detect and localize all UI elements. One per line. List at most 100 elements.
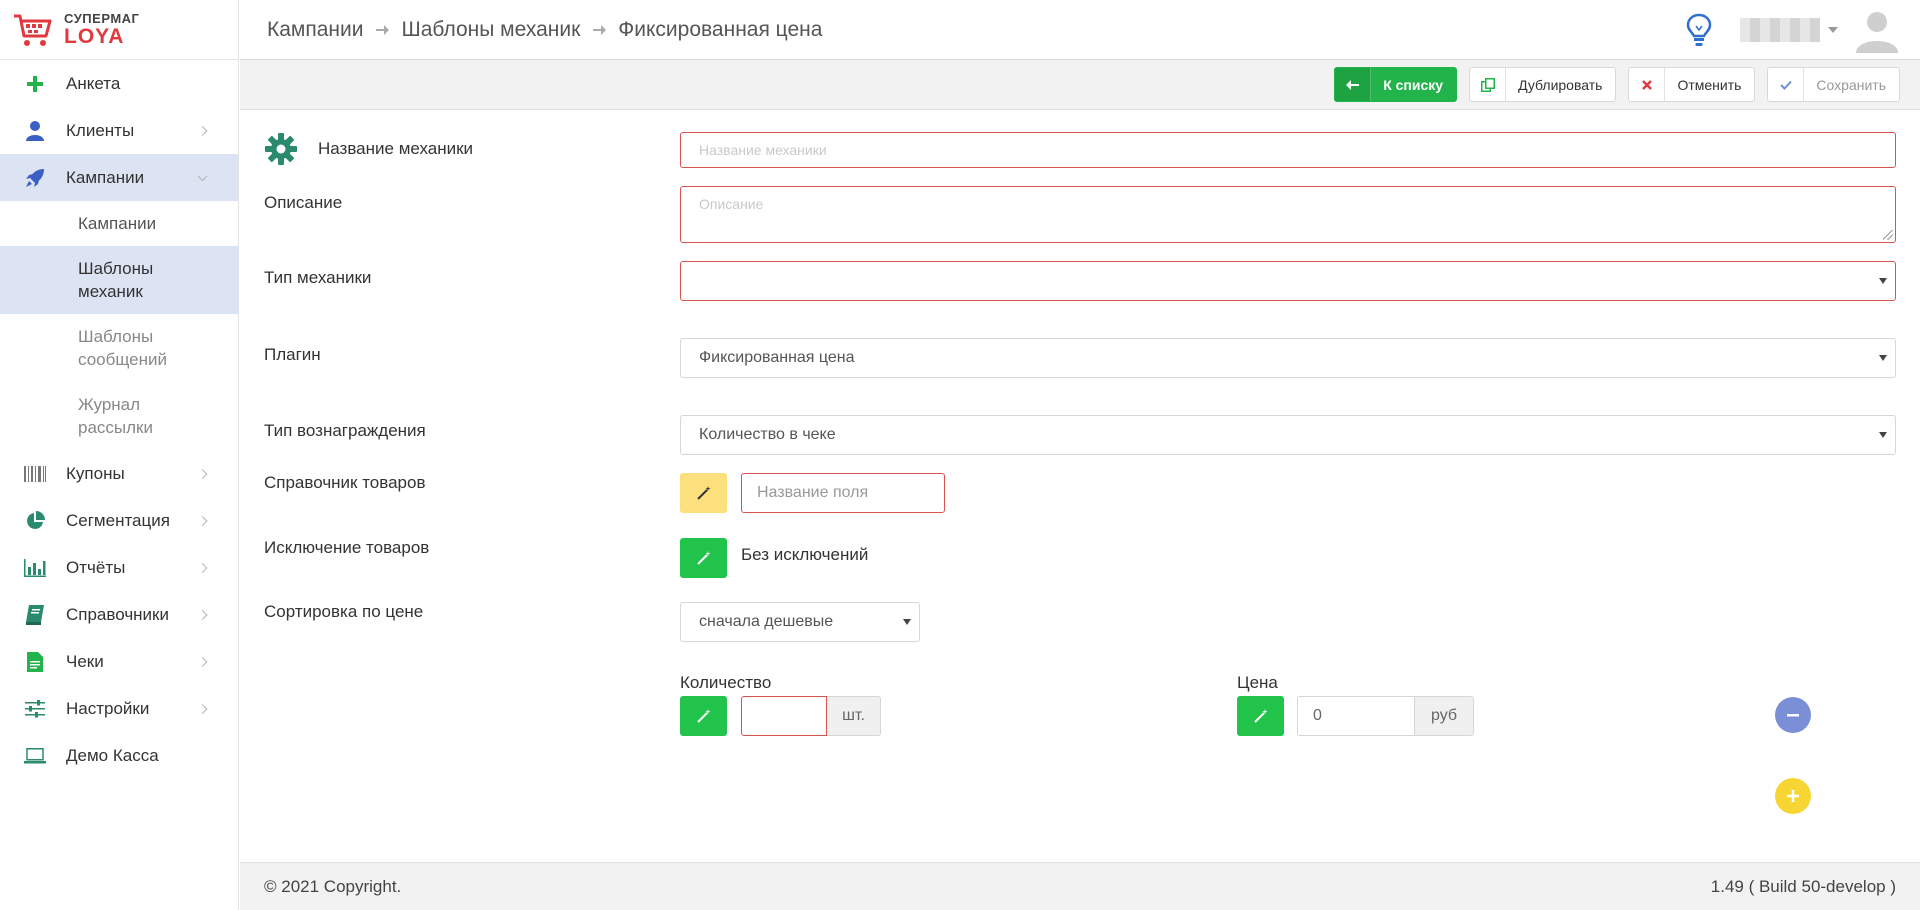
copyright: © 2021 Copyright. xyxy=(264,876,402,896)
price-label: Цена xyxy=(1237,673,1278,692)
quantity-wand-button[interactable] xyxy=(680,696,727,736)
gear-icon xyxy=(265,133,297,165)
sidebar-item-clients[interactable]: Клиенты xyxy=(0,107,238,154)
exclusion-label: Исключение товаров xyxy=(264,538,430,557)
sidebar-nav-rest: Купоны Сегментация Отчёты Справочники Че… xyxy=(0,450,238,779)
minus-icon xyxy=(1787,714,1799,717)
reward-type-select[interactable]: Количество в чеке xyxy=(680,415,1896,455)
exclusion-value: Без исключений xyxy=(741,545,869,564)
sidebar-item-settings[interactable]: Настройки xyxy=(0,685,238,732)
version: 1.49 ( Build 50-develop ) xyxy=(1710,876,1896,896)
sidebar-item-label: Кампании xyxy=(66,167,145,187)
magic-wand-icon xyxy=(696,551,711,565)
breadcrumb-item-current: Фиксированная цена xyxy=(618,17,823,41)
plugin-select[interactable]: Фиксированная цена xyxy=(680,338,1896,378)
sidebar-item-label: Отчёты xyxy=(66,557,126,577)
sidebar-item-anketa[interactable]: Анкета xyxy=(0,60,238,107)
add-row-button[interactable] xyxy=(1775,778,1811,814)
cart-logo-icon xyxy=(14,14,52,46)
sidebar-item-label: Справочники xyxy=(66,604,169,624)
catalog-field-input[interactable]: Название поля xyxy=(741,473,945,513)
sidebar-item-label: Сегментация xyxy=(66,510,170,530)
sidebar-item-label: Анкета xyxy=(66,73,121,93)
catalog-label: Справочник товаров xyxy=(264,473,426,492)
sidebar-item-label: Клиенты xyxy=(66,120,135,140)
chevron-right-icon xyxy=(197,656,208,667)
arrow-right-icon xyxy=(592,23,607,37)
description-textarea[interactable]: Описание xyxy=(680,186,1896,243)
sidebar-subitem-message-templates[interactable]: Шаблоны сообщений xyxy=(0,314,239,382)
sidebar-item-receipts[interactable]: Чеки xyxy=(0,638,238,685)
mechanic-type-select[interactable] xyxy=(680,261,1896,301)
sort-select[interactable]: сначала дешевые xyxy=(680,602,920,642)
arrow-left-icon xyxy=(1335,68,1372,101)
breadcrumb-item-campaigns[interactable]: Кампании xyxy=(267,18,363,42)
sidebar-item-demo-cash[interactable]: Демо Касса xyxy=(0,732,238,779)
exclusion-wand-button[interactable] xyxy=(680,538,727,578)
chevron-right-icon xyxy=(197,125,208,136)
dropdown-arrow-icon xyxy=(1879,432,1887,438)
sidebar-item-segmentation[interactable]: Сегментация xyxy=(0,497,238,544)
rocket-icon xyxy=(24,167,46,189)
sidebar-item-references[interactable]: Справочники xyxy=(0,591,238,638)
duplicate-button[interactable]: Дублировать xyxy=(1469,67,1617,102)
brand-bottom: LOYA xyxy=(64,25,125,48)
chevron-right-icon xyxy=(197,515,208,526)
plus-icon xyxy=(1787,790,1799,802)
sidebar-item-coupons[interactable]: Купоны xyxy=(0,450,238,497)
remove-row-button[interactable] xyxy=(1775,697,1811,733)
breadcrumb: Кампании Шаблоны механик Фиксированная ц… xyxy=(267,18,822,42)
copy-icon xyxy=(1470,68,1507,101)
price-wand-button[interactable] xyxy=(1237,696,1284,736)
quantity-input[interactable] xyxy=(741,696,827,736)
caret-down-icon[interactable] xyxy=(1828,27,1838,33)
name-input[interactable]: Название механики xyxy=(680,132,1896,168)
chevron-down-icon xyxy=(197,170,208,181)
plus-icon xyxy=(24,73,46,95)
bar-chart-icon xyxy=(24,557,46,579)
breadcrumb-item-mechanic-templates[interactable]: Шаблоны механик xyxy=(401,18,580,42)
price-unit: руб xyxy=(1415,696,1474,736)
avatar[interactable] xyxy=(1854,7,1900,53)
barcode-icon xyxy=(24,463,46,485)
chevron-right-icon xyxy=(197,609,208,620)
sliders-icon xyxy=(24,698,46,720)
header-right xyxy=(1686,0,1900,60)
dropdown-arrow-icon xyxy=(1879,278,1887,284)
sidebar-item-campaigns[interactable]: Кампании xyxy=(0,154,238,201)
plugin-label: Плагин xyxy=(264,345,321,364)
receipt-icon xyxy=(24,651,46,673)
sidebar-item-label: Настройки xyxy=(66,698,150,718)
top-header: Кампании Шаблоны механик Фиксированная ц… xyxy=(240,0,1920,60)
save-button[interactable]: Сохранить xyxy=(1767,67,1900,102)
arrow-right-icon xyxy=(375,23,390,37)
magic-wand-icon xyxy=(696,486,711,500)
sidebar-item-label: Купоны xyxy=(66,463,125,483)
catalog-wand-button[interactable] xyxy=(680,473,727,513)
sidebar-subitem-campaigns[interactable]: Кампании xyxy=(0,201,238,246)
check-icon xyxy=(1768,68,1805,101)
close-icon xyxy=(1629,68,1666,101)
lightbulb-icon[interactable] xyxy=(1686,13,1712,47)
footer: © 2021 Copyright. 1.49 ( Build 50-develo… xyxy=(240,862,1920,910)
price-input[interactable]: 0 xyxy=(1297,696,1415,736)
back-to-list-button[interactable]: К списку xyxy=(1334,67,1458,102)
cancel-button[interactable]: Отменить xyxy=(1628,67,1756,102)
sidebar-subitem-mailing-log[interactable]: Журнал рассылки xyxy=(0,382,239,450)
reward-type-label: Тип вознаграждения xyxy=(264,421,426,440)
user-name-blurred[interactable] xyxy=(1740,18,1820,42)
quantity-label: Количество xyxy=(680,673,772,692)
book-icon xyxy=(24,604,46,626)
mechanic-form: Название механики Название механики Опис… xyxy=(240,110,1920,862)
description-label: Описание xyxy=(264,193,343,212)
name-label: Название механики xyxy=(318,139,474,158)
dropdown-arrow-icon xyxy=(903,619,911,625)
sort-label: Сортировка по цене xyxy=(264,602,424,621)
sidebar-subitem-mechanic-templates[interactable]: Шаблоны механик xyxy=(0,246,239,314)
resize-handle[interactable] xyxy=(1883,230,1893,240)
chevron-right-icon xyxy=(197,703,208,714)
sidebar-item-reports[interactable]: Отчёты xyxy=(0,544,238,591)
magic-wand-icon xyxy=(1253,709,1268,723)
chevron-right-icon xyxy=(197,562,208,573)
logo[interactable]: СУПЕРМАГ LOYA xyxy=(0,0,238,60)
